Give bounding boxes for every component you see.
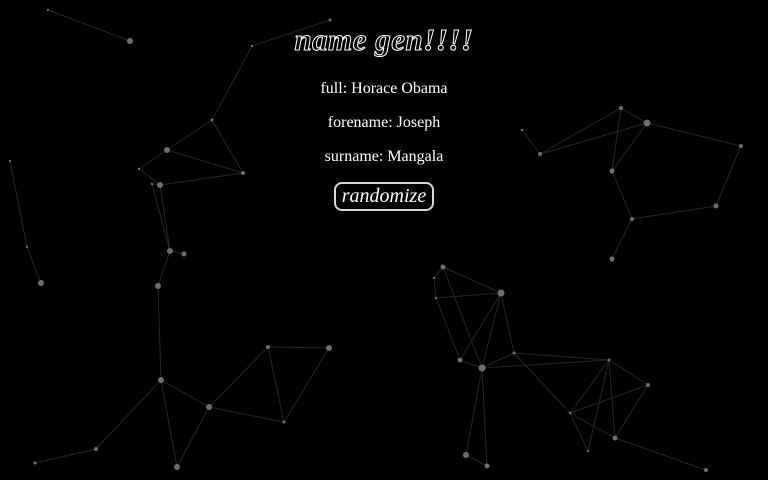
surname-value: Mangala	[387, 148, 444, 165]
surname-line: surname: Mangala	[0, 147, 768, 167]
page-title: name gen!!!!	[294, 22, 474, 58]
surname-label: surname:	[324, 148, 384, 165]
full-name-line: full: Horace Obama	[0, 79, 768, 99]
forename-value: Joseph	[396, 114, 441, 131]
randomize-button[interactable]: randomize	[333, 182, 435, 211]
randomize-button-wrap: randomize	[0, 182, 768, 211]
full-name-label: full:	[320, 80, 348, 97]
full-name-value: Horace Obama	[351, 80, 448, 97]
forename-label: forename:	[327, 114, 393, 131]
forename-line: forename: Joseph	[0, 113, 768, 133]
page-content: name gen!!!! full: Horace Obama forename…	[0, 0, 768, 480]
